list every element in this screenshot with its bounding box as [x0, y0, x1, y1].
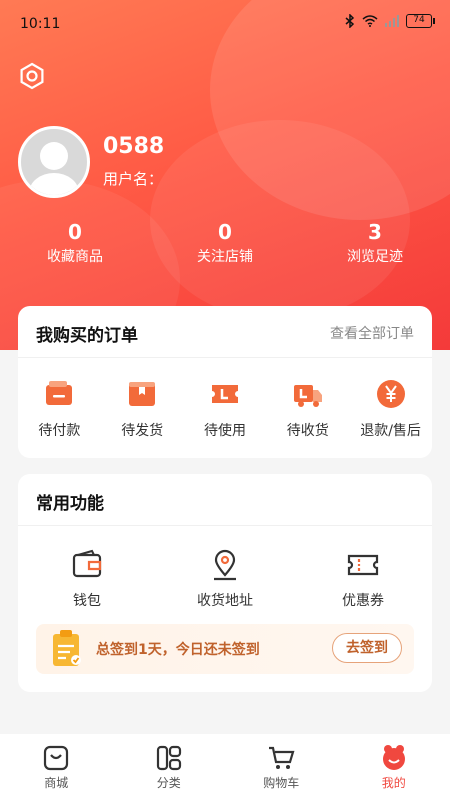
truck-icon [293, 385, 322, 407]
status-icons: 74 [344, 14, 435, 28]
tab-category[interactable]: 分类 [113, 734, 226, 800]
order-label: 待使用 [203, 423, 246, 439]
stat-label: 浏览足迹 [347, 249, 403, 265]
yuan-icon [376, 380, 405, 408]
functions-header: 常用功能 [18, 474, 432, 526]
function-label: 优惠券 [342, 593, 384, 609]
order-pending-use[interactable]: 待使用 [184, 378, 267, 440]
shop-icon [44, 745, 69, 771]
order-refund-after-sale[interactable]: 退款/售后 [349, 378, 432, 440]
checklist-icon [53, 630, 81, 666]
functions-title: 常用功能 [36, 494, 104, 514]
tab-label: 我的 [381, 776, 406, 790]
wallet-icon [72, 549, 102, 578]
bluetooth-icon [345, 14, 355, 28]
wallet-card-icon [46, 381, 73, 405]
wifi-icon [362, 15, 378, 27]
tab-shop[interactable]: 商城 [0, 734, 113, 800]
category-icon [156, 745, 181, 771]
function-wallet[interactable]: 钱包 [18, 548, 156, 610]
signin-banner: 总签到1天，今日还未签到 去签到 [36, 624, 414, 674]
box-icon [129, 382, 156, 406]
function-label: 收货地址 [197, 593, 253, 609]
stat-value: 0 [218, 220, 232, 244]
status-time: 10:11 [20, 16, 61, 32]
tab-label: 购物车 [263, 776, 300, 790]
order-pending-receipt[interactable]: 待收货 [266, 378, 349, 440]
avatar-head [40, 142, 68, 170]
orders-title: 我购买的订单 [36, 326, 138, 346]
settings-icon[interactable] [18, 62, 46, 90]
order-pending-shipment[interactable]: 待发货 [101, 378, 184, 440]
coupon-icon [347, 554, 379, 576]
stat-favorites[interactable]: 0 收藏商品 [0, 220, 150, 266]
user-label: 用户名： [103, 170, 164, 188]
functions-card: 常用功能 钱包 收货地址 优惠券 总签到1天，今日还未签到 去签到 [18, 474, 432, 692]
avatar[interactable] [18, 126, 90, 198]
functions-row: 钱包 收货地址 优惠券 [18, 548, 432, 610]
ticket-icon [211, 385, 238, 403]
battery-icon: 74 [406, 14, 435, 28]
stat-value: 0 [68, 220, 82, 244]
signin-status-text: 总签到1天，今日还未签到 [96, 642, 260, 658]
stat-label: 关注店铺 [197, 249, 253, 265]
stat-history[interactable]: 3 浏览足迹 [300, 220, 450, 266]
orders-header: 我购买的订单 查看全部订单 [18, 306, 432, 358]
profile-icon [382, 745, 405, 770]
stat-followed-shops[interactable]: 0 关注店铺 [150, 220, 300, 266]
tab-profile[interactable]: 我的 [338, 734, 450, 800]
order-label: 待收货 [286, 423, 329, 439]
order-pending-payment[interactable]: 待付款 [18, 378, 101, 440]
stat-label: 收藏商品 [47, 249, 103, 265]
location-icon [214, 549, 236, 581]
function-address[interactable]: 收货地址 [156, 548, 294, 610]
order-label: 待付款 [38, 423, 81, 439]
order-label: 待发货 [121, 423, 164, 439]
signal-icon [385, 15, 399, 27]
order-status-row: 待付款 待发货 待使用 待收货 退款/售后 [18, 378, 432, 440]
signin-button[interactable]: 去签到 [332, 633, 402, 663]
status-bar: 10:11 74 [0, 0, 450, 48]
order-label: 退款/售后 [360, 423, 421, 439]
function-label: 钱包 [73, 593, 101, 609]
stat-value: 3 [368, 220, 382, 244]
bottom-tab-bar: 商城 分类 购物车 我的 [0, 734, 450, 800]
view-all-orders-link[interactable]: 查看全部订单 [330, 323, 414, 343]
tab-cart[interactable]: 购物车 [225, 734, 338, 800]
tab-label: 分类 [156, 776, 181, 790]
function-coupons[interactable]: 优惠券 [294, 548, 432, 610]
avatar-body [29, 173, 79, 195]
orders-card: 我购买的订单 查看全部订单 待付款 待发货 待使用 待收货 退款/售后 [18, 306, 432, 458]
profile-stats: 0 收藏商品 0 关注店铺 3 浏览足迹 [0, 220, 450, 266]
username: 0588 [103, 134, 165, 159]
cart-icon [269, 746, 295, 769]
tab-label: 商城 [44, 776, 69, 790]
